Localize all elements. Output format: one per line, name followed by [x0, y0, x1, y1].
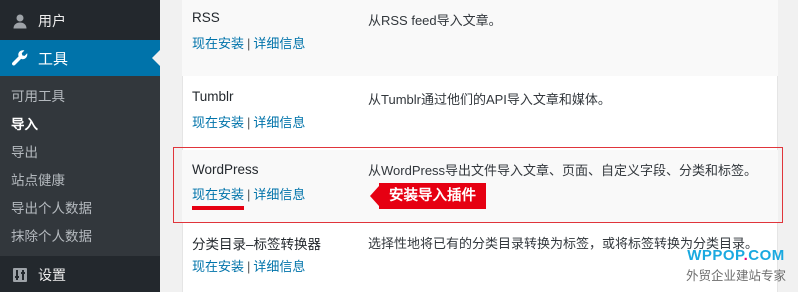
importer-name: RSS: [192, 10, 220, 25]
importer-row-tumblr: Tumblr 现在安装 | 详细信息 从Tumblr通过他们的API导入文章和媒体。: [182, 79, 778, 145]
submenu-available-tools[interactable]: 可用工具: [0, 83, 160, 111]
details-link[interactable]: 详细信息: [253, 36, 305, 51]
callout-annotation: 安装导入插件: [370, 183, 486, 209]
watermark: WPPOP.COM 外贸企业建站专家: [686, 247, 786, 284]
menu-users-label: 用户: [38, 13, 66, 29]
wrench-icon: [10, 48, 30, 68]
importer-name: 分类目录–标签转换器: [192, 237, 322, 252]
importer-actions: 现在安装 | 详细信息: [192, 256, 305, 275]
install-now-link[interactable]: 现在安装: [192, 115, 244, 130]
submenu-export[interactable]: 导出: [0, 139, 160, 167]
user-icon: [10, 11, 30, 31]
details-link[interactable]: 详细信息: [253, 115, 305, 130]
submenu-site-health[interactable]: 站点健康: [0, 167, 160, 195]
action-separator: |: [247, 259, 251, 274]
importer-name: Tumblr: [192, 89, 234, 104]
install-link-underline-mark: [192, 206, 244, 210]
submenu-erase-personal-data[interactable]: 抹除个人数据: [0, 223, 160, 251]
callout-arrow-icon: [370, 186, 379, 206]
menu-users[interactable]: 用户: [0, 4, 160, 38]
watermark-brand: WPPOP.COM: [687, 247, 785, 264]
action-separator: |: [247, 115, 251, 130]
importer-description: 从Tumblr通过他们的API导入文章和媒体。: [368, 92, 611, 107]
importer-row-rss: RSS 现在安装 | 详细信息 从RSS feed导入文章。: [182, 0, 778, 76]
tools-submenu: 可用工具 导入 导出 站点健康 导出个人数据 抹除个人数据: [0, 76, 160, 256]
submenu-import[interactable]: 导入: [0, 111, 160, 139]
admin-sidebar: 用户 工具 可用工具 导入 导出 站点健康 导出个人数据 抹除个人数据 设置: [0, 0, 160, 292]
menu-settings[interactable]: 设置: [0, 258, 160, 292]
watermark-subtitle: 外贸企业建站专家: [685, 269, 786, 283]
callout-label: 安装导入插件: [379, 183, 486, 209]
install-now-link[interactable]: 现在安装: [192, 259, 244, 274]
details-link[interactable]: 详细信息: [253, 259, 305, 274]
settings-sliders-icon: [10, 265, 30, 285]
action-separator: |: [247, 36, 251, 51]
install-now-link[interactable]: 现在安装: [192, 36, 244, 51]
menu-tools-label: 工具: [38, 50, 69, 68]
importer-description: 从RSS feed导入文章。: [368, 13, 502, 28]
submenu-export-personal-data[interactable]: 导出个人数据: [0, 195, 160, 223]
importer-actions: 现在安装 | 详细信息: [192, 33, 305, 52]
menu-tools[interactable]: 工具: [0, 40, 160, 76]
importer-actions: 现在安装 | 详细信息: [192, 112, 305, 131]
menu-settings-label: 设置: [38, 267, 66, 283]
